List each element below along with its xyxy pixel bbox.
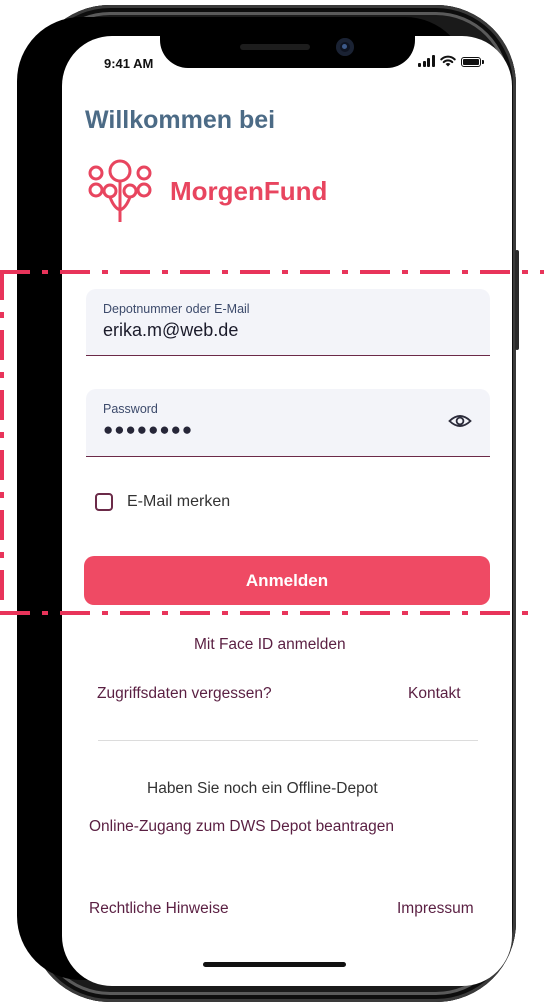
contact-link[interactable]: Kontakt <box>408 685 461 703</box>
speaker-grille <box>240 44 310 50</box>
divider <box>98 740 478 741</box>
welcome-heading: Willkommen bei <box>85 106 276 134</box>
wifi-icon <box>439 55 456 67</box>
status-icons <box>418 55 484 67</box>
morgenfund-flower-logo-icon <box>88 159 152 222</box>
offline-depot-question: Haben Sie noch ein Offline-Depot <box>147 780 378 797</box>
front-camera <box>336 38 354 56</box>
legal-notice-link[interactable]: Rechtliche Hinweise <box>89 900 229 918</box>
status-time: 9:41 AM <box>104 56 154 71</box>
imprint-link[interactable]: Impressum <box>397 900 474 918</box>
highlight-frame <box>0 270 544 615</box>
face-id-login-link[interactable]: Mit Face ID anmelden <box>194 636 346 654</box>
battery-icon <box>460 57 484 67</box>
brand-name: MorgenFund <box>170 175 328 206</box>
home-indicator[interactable] <box>203 962 346 967</box>
forgot-credentials-link[interactable]: Zugriffsdaten vergessen? <box>97 685 272 703</box>
brand: MorgenFund <box>84 158 327 224</box>
apply-online-access-link[interactable]: Online-Zugang zum DWS Depot beantragen <box>89 818 394 836</box>
stage: 9:41 AM Willkommen bei MorgenFund Depotn… <box>0 0 544 1005</box>
cellular-signal-icon <box>418 55 435 67</box>
